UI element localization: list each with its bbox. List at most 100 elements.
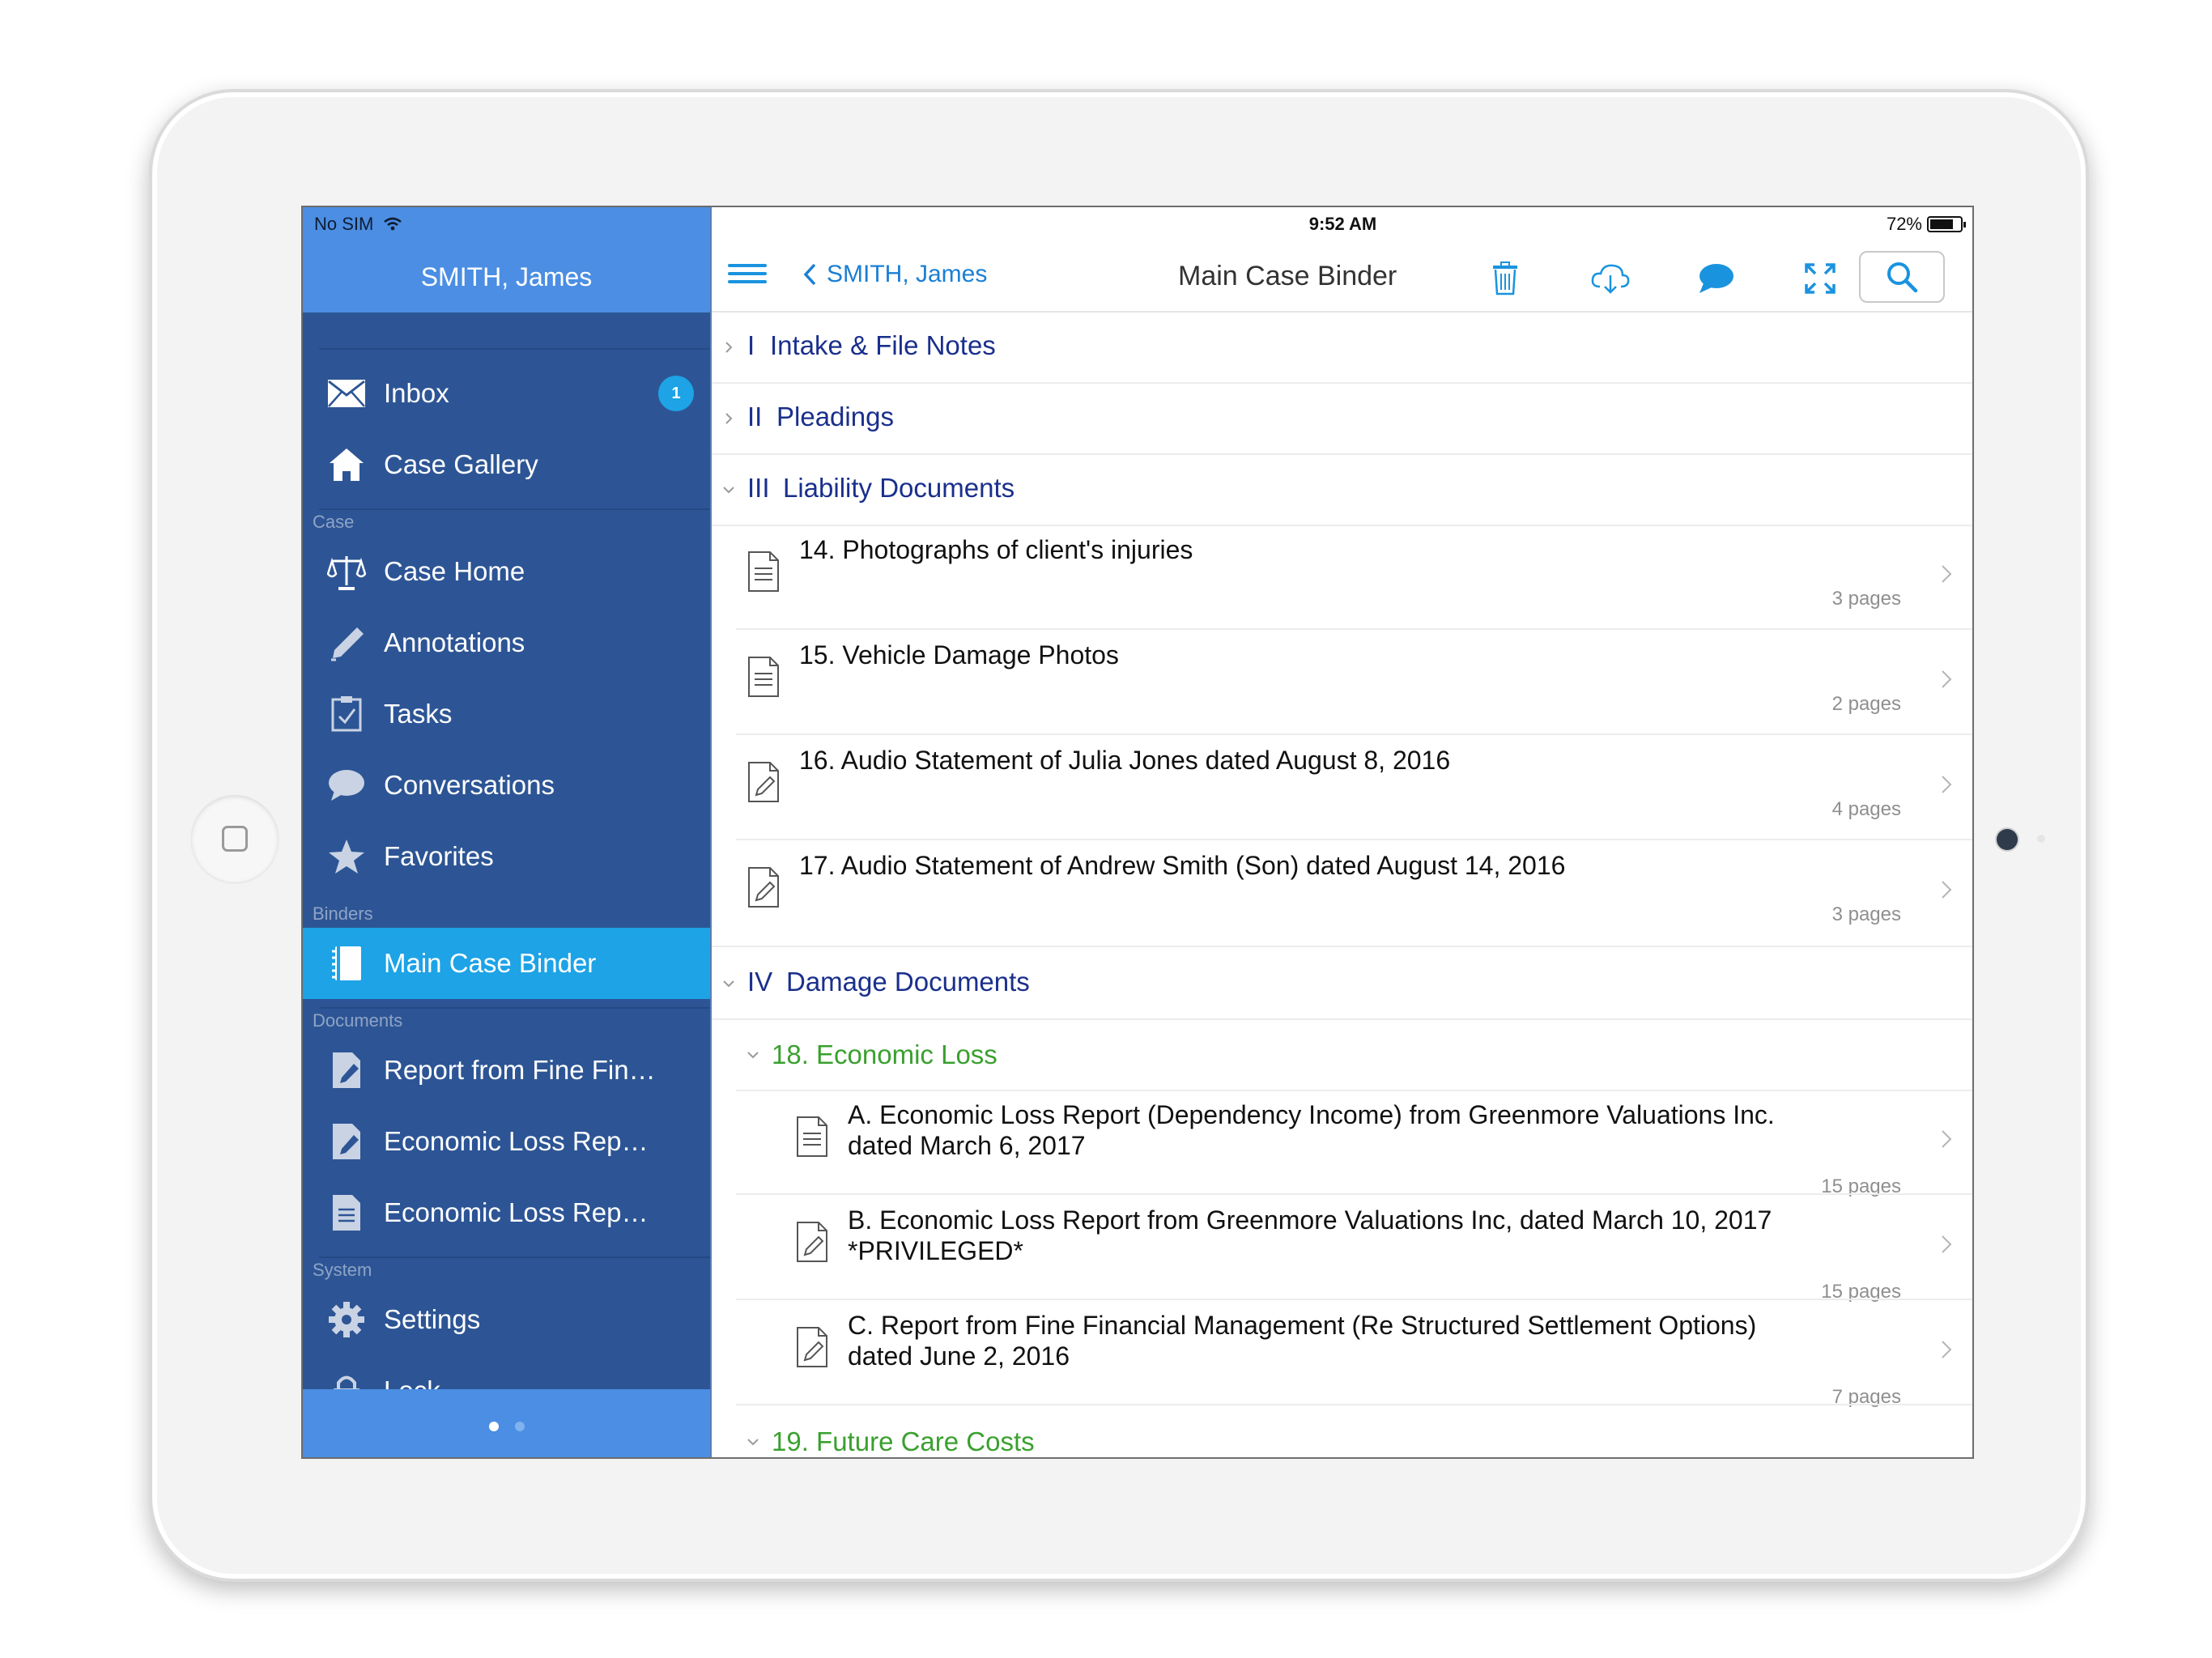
sidebar-item-label: Economic Loss Rep… bbox=[384, 1126, 649, 1156]
page-count: 2 pages bbox=[1831, 693, 1901, 715]
sidebar-item-case-gallery[interactable]: Case Gallery bbox=[303, 429, 710, 500]
document-title: 17. Audio Statement of Andrew Smith (Son… bbox=[799, 851, 1566, 880]
sidebar-item-label: Main Case Binder bbox=[384, 948, 597, 978]
sidebar-item-doc-economic-loss-2[interactable]: Economic Loss Rep… bbox=[303, 1177, 710, 1248]
back-button[interactable]: SMITH, James bbox=[802, 261, 987, 288]
section-row-damage[interactable]: IV Damage Documents bbox=[712, 946, 1972, 1020]
sidebar-item-label: Conversations bbox=[384, 770, 555, 800]
lock-icon bbox=[327, 1371, 366, 1389]
chevron-right-icon bbox=[1942, 1130, 1952, 1148]
app-screen: No SIM SMITH, James Inbox 1 Case Gallery… bbox=[301, 206, 1974, 1459]
document-edit-icon bbox=[748, 867, 779, 908]
sidebar-item-doc-report-fine[interactable]: Report from Fine Fin… bbox=[303, 1035, 710, 1106]
chevron-right-icon bbox=[1942, 670, 1952, 688]
document-row[interactable]: 17. Audio Statement of Andrew Smith (Son… bbox=[712, 840, 1972, 946]
subsection-row-economic-loss[interactable]: 18. Economic Loss bbox=[736, 1018, 1972, 1091]
document-edit-icon bbox=[797, 1327, 827, 1367]
sidebar-item-label: Inbox bbox=[384, 378, 449, 408]
sidebar-item-doc-economic-loss-1[interactable]: Economic Loss Rep… bbox=[303, 1106, 710, 1177]
section-title: Intake & File Notes bbox=[770, 330, 996, 360]
section-row-pleadings[interactable]: II Pleadings bbox=[712, 382, 1972, 455]
sidebar-item-inbox[interactable]: Inbox 1 bbox=[303, 358, 710, 429]
page-dot-active[interactable] bbox=[489, 1422, 499, 1431]
section-number: IV bbox=[747, 967, 773, 997]
section-label-documents: Documents bbox=[313, 1010, 403, 1031]
sidebar-item-lock[interactable]: Lock bbox=[303, 1355, 710, 1389]
sidebar-footer bbox=[303, 1389, 710, 1457]
document-icon bbox=[797, 1116, 827, 1157]
battery-percent: 72% bbox=[1886, 214, 1922, 234]
document-title-line: B. Economic Loss Report from Greenmore V… bbox=[848, 1205, 1772, 1235]
sidebar-item-settings[interactable]: Settings bbox=[303, 1284, 710, 1355]
document-edit-icon bbox=[327, 1051, 366, 1090]
sensor-dot bbox=[2037, 835, 2045, 843]
document-icon bbox=[748, 657, 779, 697]
document-row[interactable]: B. Economic Loss Report from Greenmore V… bbox=[712, 1195, 1972, 1303]
camera-icon bbox=[1997, 829, 2018, 850]
toolbar: SMITH, James Main Case Binder bbox=[712, 243, 1972, 312]
section-number: II bbox=[747, 402, 763, 432]
section-title: Pleadings bbox=[776, 402, 894, 432]
document-title-line: A. Economic Loss Report (Dependency Inco… bbox=[848, 1100, 1775, 1129]
main-panel: 9:52 AM 72% SMITH, James Main Case Binde… bbox=[710, 207, 1972, 1457]
sidebar-item-conversations[interactable]: Conversations bbox=[303, 750, 710, 821]
chevron-right-icon bbox=[1942, 881, 1952, 899]
home-button[interactable] bbox=[191, 795, 279, 882]
document-icon bbox=[327, 1193, 366, 1232]
sidebar-item-label: Favorites bbox=[384, 841, 494, 871]
sidebar-item-label: Tasks bbox=[384, 699, 453, 729]
chat-bubble-icon[interactable] bbox=[1695, 257, 1737, 300]
page-title: Main Case Binder bbox=[1178, 261, 1397, 291]
sidebar-title: SMITH, James bbox=[420, 262, 593, 291]
chevron-right-icon[interactable] bbox=[721, 411, 736, 426]
document-title: 14. Photographs of client's injuries bbox=[799, 535, 1193, 564]
document-edit-icon bbox=[797, 1222, 827, 1262]
sidebar-item-tasks[interactable]: Tasks bbox=[303, 678, 710, 750]
subsection-title: 18. Economic Loss bbox=[772, 1039, 998, 1069]
chevron-down-icon[interactable] bbox=[721, 976, 736, 991]
section-row-intake[interactable]: I Intake & File Notes bbox=[712, 311, 1972, 384]
menu-icon[interactable] bbox=[728, 259, 767, 298]
chevron-down-icon[interactable] bbox=[746, 1048, 760, 1062]
carrier-label: No SIM bbox=[314, 214, 374, 234]
section-label-system: System bbox=[313, 1260, 372, 1280]
sidebar-item-label: Annotations bbox=[384, 627, 525, 657]
document-row[interactable]: 15. Vehicle Damage Photos 2 pages bbox=[712, 630, 1972, 735]
page-dot[interactable] bbox=[515, 1422, 525, 1431]
sidebar-item-annotations[interactable]: Annotations bbox=[303, 607, 710, 678]
section-row-liability[interactable]: III Liability Documents bbox=[712, 453, 1972, 526]
subsection-row-future-care[interactable]: 19. Future Care Costs bbox=[736, 1405, 1972, 1457]
document-title: B. Economic Loss Report from Greenmore V… bbox=[848, 1205, 1772, 1266]
inbox-badge: 1 bbox=[658, 376, 694, 411]
trash-icon[interactable] bbox=[1484, 257, 1526, 300]
sidebar-item-label: Settings bbox=[384, 1304, 481, 1334]
sidebar-item-favorites[interactable]: Favorites bbox=[303, 821, 710, 892]
sidebar-item-main-case-binder[interactable]: Main Case Binder bbox=[303, 928, 710, 999]
search-button[interactable] bbox=[1859, 251, 1945, 303]
sidebar-item-case-home[interactable]: Case Home bbox=[303, 536, 710, 607]
status-time: 9:52 AM bbox=[1308, 214, 1377, 234]
fullscreen-icon[interactable] bbox=[1799, 257, 1841, 300]
status-carrier: No SIM bbox=[314, 214, 402, 235]
binder-content[interactable]: I Intake & File Notes II Pleadings III L… bbox=[712, 311, 1972, 1457]
chevron-down-icon[interactable] bbox=[721, 483, 736, 497]
chevron-right-icon bbox=[1942, 1235, 1952, 1253]
document-row[interactable]: 16. Audio Statement of Julia Jones dated… bbox=[712, 735, 1972, 840]
chevron-right-icon[interactable] bbox=[721, 340, 736, 355]
chevron-left-icon bbox=[803, 263, 816, 286]
sidebar-header: No SIM SMITH, James bbox=[303, 207, 710, 312]
document-row[interactable]: A. Economic Loss Report (Dependency Inco… bbox=[712, 1090, 1972, 1197]
document-title: 16. Audio Statement of Julia Jones dated… bbox=[799, 746, 1451, 775]
section-number: III bbox=[747, 473, 770, 503]
document-row[interactable]: C. Report from Fine Financial Management… bbox=[712, 1300, 1972, 1408]
cloud-download-icon[interactable] bbox=[1589, 257, 1631, 300]
chevron-down-icon[interactable] bbox=[746, 1435, 760, 1449]
sidebar-scroll[interactable]: Inbox 1 Case Gallery Case Case Home Anno… bbox=[303, 312, 710, 1389]
gear-icon bbox=[327, 1300, 366, 1339]
document-edit-icon bbox=[748, 762, 779, 802]
document-row[interactable]: 14. Photographs of client's injuries 3 p… bbox=[712, 525, 1972, 630]
chevron-right-icon bbox=[1942, 1341, 1952, 1358]
section-label-case: Case bbox=[313, 512, 355, 532]
document-title: 15. Vehicle Damage Photos bbox=[799, 640, 1119, 670]
sidebar-item-label: Case Gallery bbox=[384, 449, 538, 479]
